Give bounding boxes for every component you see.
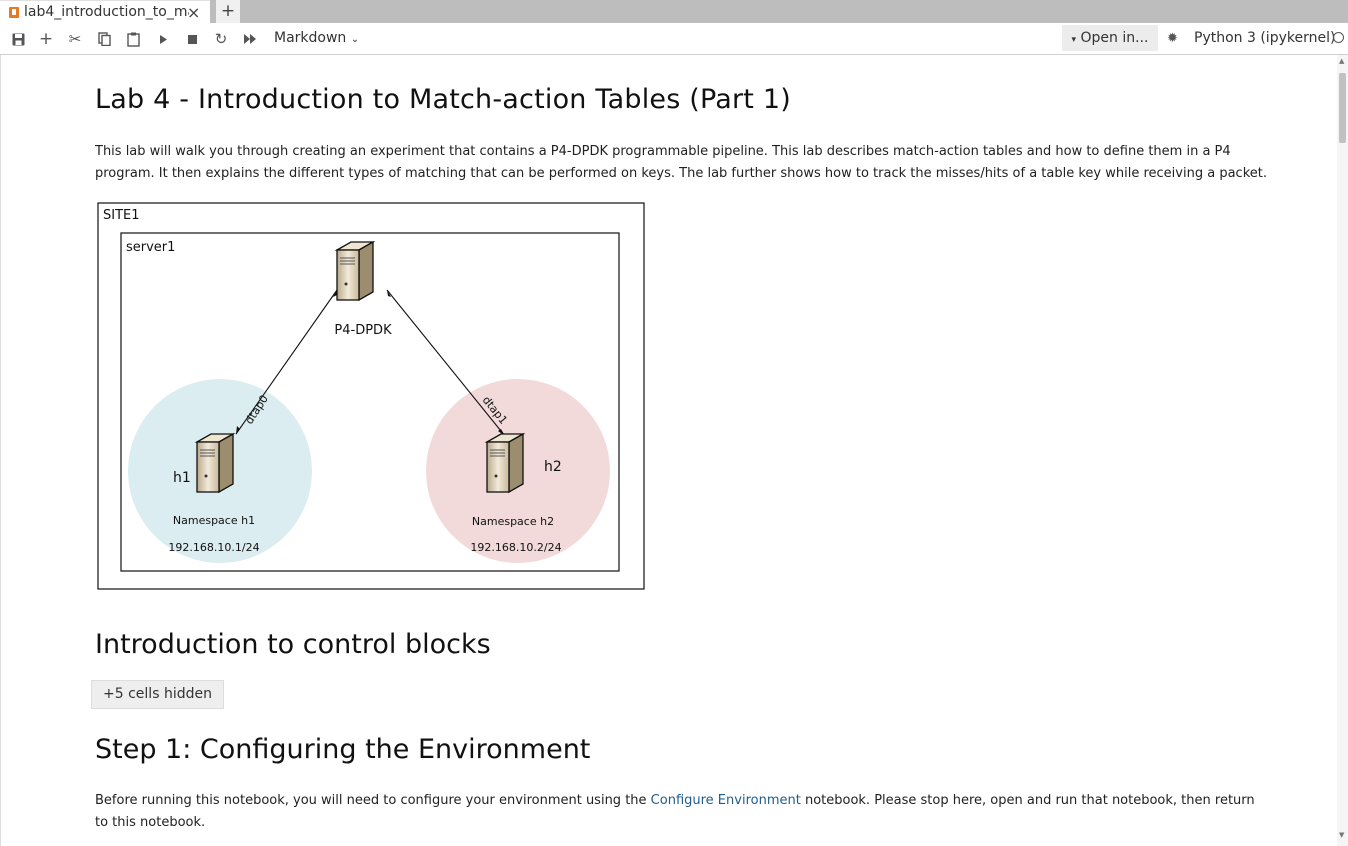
configure-environment-link[interactable]: Configure Environment [651, 793, 801, 808]
ip-h2-label: 192.168.10.2/24 [470, 541, 561, 554]
restart-icon[interactable]: ↻ [211, 27, 231, 51]
h1-server-icon [196, 433, 234, 493]
cell-type-label: Markdown [274, 30, 347, 46]
hidden-cells-label: 5 cells hidden [114, 686, 212, 702]
site-label: SITE1 [103, 208, 140, 223]
tab-bar: lab4_introduction_to_ma × + [0, 0, 1348, 23]
section-heading-control-blocks: Introduction to control blocks [95, 629, 491, 660]
server-label: server1 [126, 240, 175, 255]
hidden-cells-button[interactable]: +5 cells hidden [91, 680, 224, 709]
tab-title[interactable]: lab4_introduction_to_ma [24, 4, 189, 20]
new-tab-button[interactable]: + [216, 0, 240, 23]
paste-icon[interactable] [123, 27, 143, 51]
open-in-button[interactable]: ▾ Open in... [1062, 25, 1158, 51]
cell-type-select[interactable]: Markdown ⌄ [274, 30, 359, 46]
scroll-up-icon[interactable]: ▲ [1339, 57, 1344, 65]
cut-icon[interactable]: ✂ [65, 27, 85, 51]
topology-diagram: SITE1 server1 P4-DPDK dtap0 dtap1 h1 h2 … [97, 202, 645, 590]
copy-icon[interactable] [94, 27, 114, 51]
run-all-icon[interactable] [240, 27, 260, 51]
section-heading-step1: Step 1: Configuring the Environment [95, 734, 591, 765]
caret-down-icon: ▾ [1071, 35, 1077, 45]
notebook-toolbar: + ✂ ↻ Markdown ⌄ ▾ Open in... ✹ Python 3… [0, 23, 1348, 55]
run-icon[interactable] [153, 27, 173, 51]
ip-h1-label: 192.168.10.1/24 [168, 541, 259, 554]
kernel-name[interactable]: Python 3 (ipykernel) [1194, 30, 1335, 46]
notebook-panel: Lab 4 - Introduction to Match-action Tab… [0, 55, 1337, 846]
save-icon[interactable] [8, 27, 28, 51]
page-title: Lab 4 - Introduction to Match-action Tab… [95, 84, 791, 115]
step1-text-before: Before running this notebook, you will n… [95, 793, 651, 808]
switch-label: P4-DPDK [334, 323, 392, 338]
intro-paragraph: This lab will walk you through creating … [95, 144, 1267, 181]
chevron-down-icon: ⌄ [350, 34, 360, 45]
namespace-h2-label: Namespace h2 [472, 515, 554, 528]
h1-label: h1 [173, 470, 191, 486]
step1-paragraph: Before running this notebook, you will n… [95, 790, 1255, 834]
notebook-icon [9, 6, 19, 18]
notebook-tab[interactable]: lab4_introduction_to_ma × [0, 0, 210, 23]
scroll-thumb[interactable] [1339, 73, 1346, 143]
namespace-h1-label: Namespace h1 [173, 514, 255, 527]
kernel-status-icon [1333, 32, 1344, 43]
bug-icon[interactable]: ✹ [1167, 31, 1178, 46]
open-in-label: Open in... [1080, 30, 1149, 46]
stop-icon[interactable] [182, 27, 202, 51]
vertical-scrollbar[interactable]: ▲ ▼ [1337, 55, 1348, 846]
p4-dpdk-server-icon [336, 241, 374, 301]
expand-icon: + [103, 686, 115, 702]
h2-label: h2 [544, 459, 562, 475]
scroll-down-icon[interactable]: ▼ [1339, 831, 1344, 839]
close-tab-icon[interactable]: × [187, 3, 200, 22]
add-cell-icon[interactable]: + [36, 27, 56, 51]
h2-server-icon [486, 433, 524, 493]
